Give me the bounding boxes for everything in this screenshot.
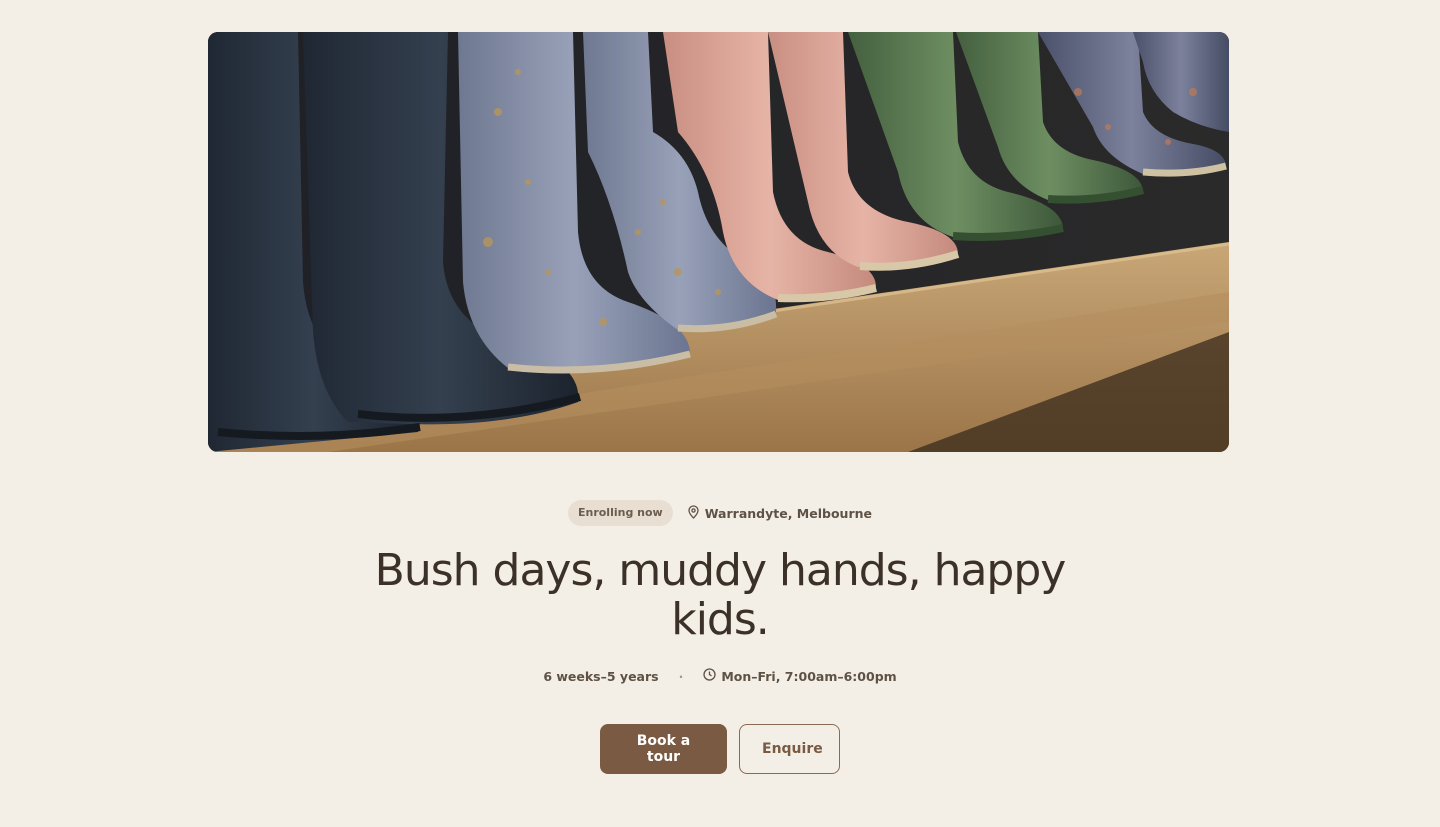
book-tour-button[interactable]: Book a tour (600, 724, 727, 774)
page: Enrolling now Warrandyte, Melbourne Bush… (0, 0, 1440, 827)
page-title: Bush days, muddy hands, happy kids. (374, 545, 1067, 645)
location: Warrandyte, Melbourne (687, 504, 872, 522)
gumboots-photo (208, 32, 1229, 452)
hero-image (208, 32, 1229, 452)
meta-row: Enrolling now Warrandyte, Melbourne (0, 500, 1440, 526)
enrolling-badge: Enrolling now (567, 500, 673, 526)
hours: Mon–Fri, 7:00am–6:00pm (703, 668, 897, 684)
location-text: Warrandyte, Melbourne (704, 505, 872, 521)
details-row: 6 weeks–5 years · Mon–Fri, 7:00am–6:00pm (0, 668, 1440, 684)
clock-icon (703, 668, 716, 684)
hours-text: Mon–Fri, 7:00am–6:00pm (721, 668, 897, 684)
enquire-button[interactable]: Enquire (739, 724, 840, 774)
map-pin-icon (687, 504, 700, 522)
age-range: 6 weeks–5 years (543, 668, 659, 684)
separator: · (678, 668, 684, 684)
actions: Book a tour Enquire (0, 724, 1440, 774)
